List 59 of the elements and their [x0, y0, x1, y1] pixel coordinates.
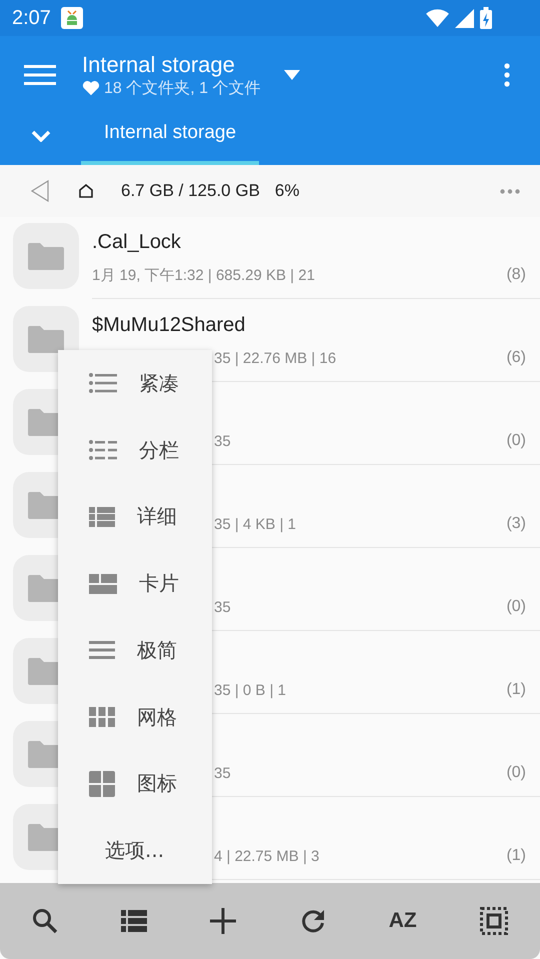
menu-item[interactable]: 网格: [58, 684, 212, 750]
file-details: 35 | 0 B | 1: [214, 682, 286, 698]
menu-item[interactable]: 选项...: [58, 817, 212, 884]
list-view-icon: [89, 506, 115, 527]
item-count: (0): [506, 432, 526, 450]
list-icon: [89, 373, 117, 394]
back-icon[interactable]: [31, 180, 49, 202]
more-options-icon[interactable]: [500, 188, 520, 194]
dashed-list-icon: [89, 440, 117, 460]
heart-icon: [82, 80, 100, 96]
folder-summary: 18 个文件夹, 1 个文件: [104, 78, 260, 98]
item-count: (1): [506, 681, 526, 699]
file-details: 4 | 22.75 MB | 3: [214, 848, 320, 864]
menu-item[interactable]: 极简: [58, 617, 212, 684]
dropdown-icon[interactable]: [284, 70, 300, 80]
storage-usage: 6.7 GB / 125.0 GB: [121, 181, 260, 201]
file-details: 35: [214, 598, 231, 616]
refresh-icon[interactable]: [300, 908, 326, 934]
item-count: (8): [506, 266, 526, 284]
file-details: 35 | 4 KB | 1: [214, 516, 296, 532]
item-count: (1): [506, 847, 526, 865]
menu-item[interactable]: 紧凑: [58, 350, 212, 417]
file-details: 1月 19, 下午1:32 | 685.29 KB | 21: [92, 266, 315, 284]
file-name[interactable]: $MuMu12Shared: [92, 314, 246, 336]
item-count: (3): [506, 515, 526, 533]
signal-icon: [455, 8, 474, 28]
item-count: (0): [506, 598, 526, 616]
menu-item[interactable]: 卡片: [58, 550, 212, 617]
select-all-icon[interactable]: [480, 907, 508, 935]
large-grid-icon: [89, 770, 115, 797]
file-details: 35: [214, 432, 231, 450]
chevron-down-icon[interactable]: [31, 130, 51, 142]
file-details: 35 | 22.76 MB | 16: [214, 350, 336, 366]
cards-icon: [89, 574, 117, 594]
list-view-icon[interactable]: [121, 910, 148, 932]
search-icon[interactable]: [32, 908, 58, 934]
storage-percent: 6%: [274, 181, 300, 201]
lines-icon: [89, 640, 115, 660]
add-icon[interactable]: [210, 908, 236, 934]
wifi-icon: [426, 8, 449, 28]
file-name[interactable]: .Cal_Lock: [92, 230, 181, 254]
battery-charging-icon: [480, 7, 492, 29]
folder-icon: [28, 325, 64, 353]
file-details: 35: [214, 764, 231, 782]
menu-item[interactable]: 图标: [58, 750, 212, 818]
sort-button[interactable]: AZ: [388, 909, 417, 933]
toolbar-title: Internal storage: [82, 52, 236, 78]
menu-icon[interactable]: [24, 64, 56, 86]
item-count: (6): [506, 349, 526, 367]
home-icon[interactable]: [79, 184, 93, 198]
item-count: (0): [506, 764, 526, 782]
grid-icon: [89, 707, 115, 728]
menu-item[interactable]: 详细: [58, 484, 212, 550]
folder-icon: [28, 242, 64, 270]
folder-tile[interactable]: [13, 223, 79, 289]
menu-item[interactable]: 分栏: [58, 416, 212, 484]
android-app-icon: [60, 7, 83, 29]
more-options-icon[interactable]: [504, 63, 510, 87]
status-time: 2:07: [12, 6, 51, 30]
